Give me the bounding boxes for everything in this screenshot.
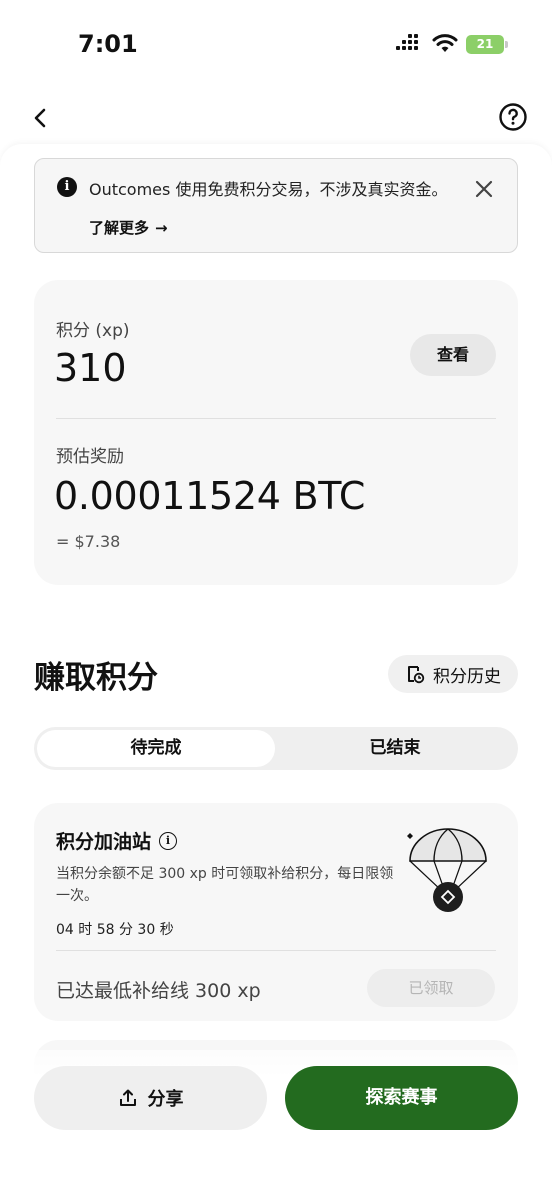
- wifi-icon: [432, 34, 458, 52]
- learn-more-link[interactable]: 了解更多 →: [89, 217, 168, 238]
- points-label: 积分 (xp): [56, 321, 130, 341]
- cellular-signal-icon: [396, 34, 420, 54]
- points-history-button[interactable]: 积分历史: [388, 655, 518, 693]
- back-button[interactable]: [24, 102, 56, 134]
- task-card: 积分加油站 i 当积分余额不足 300 xp 时可领取补给积分，每日限领一次。 …: [34, 803, 518, 1021]
- notice-text: Outcomes 使用免费积分交易，不涉及真实资金。: [89, 180, 448, 199]
- earn-points-title: 赚取积分: [34, 660, 158, 696]
- share-button[interactable]: 分享: [34, 1066, 267, 1130]
- arrow-right-icon: →: [155, 218, 168, 237]
- status-bar: 7:01 21: [0, 0, 552, 90]
- question-circle-icon: [499, 103, 527, 131]
- claimed-button[interactable]: 已领取: [367, 969, 495, 1007]
- view-points-button[interactable]: 查看: [410, 334, 496, 376]
- divider: [56, 418, 496, 419]
- points-value: 310: [54, 346, 127, 390]
- tab-pending[interactable]: 待完成: [37, 730, 275, 767]
- share-icon: [119, 1089, 136, 1106]
- task-threshold-text: 已达最低补给线 300 xp: [56, 980, 261, 1002]
- info-notice-banner: i Outcomes 使用免费积分交易，不涉及真实资金。 了解更多 →: [34, 158, 518, 253]
- status-time: 7:01: [78, 30, 138, 58]
- chevron-left-icon: [34, 108, 46, 128]
- task-status-tabs: 待完成 已结束: [34, 727, 518, 770]
- points-card: 积分 (xp) 310 查看 预估奖励 0.00011524 BTC = $7.…: [34, 280, 518, 585]
- task-countdown: 04 时 58 分 30 秒: [56, 922, 174, 938]
- help-button[interactable]: [496, 100, 530, 134]
- points-history-label: 积分历史: [433, 666, 501, 687]
- history-document-icon: [408, 666, 425, 684]
- learn-more-label: 了解更多: [89, 219, 150, 237]
- task-title: 积分加油站: [56, 831, 152, 853]
- info-icon[interactable]: i: [159, 831, 178, 850]
- task-title-row: 积分加油站 i: [56, 827, 178, 854]
- close-notice-button[interactable]: [472, 177, 496, 201]
- task-description: 当积分余额不足 300 xp 时可领取补给积分，每日限领一次。: [56, 866, 394, 904]
- share-label: 分享: [147, 1089, 184, 1110]
- estimated-reward-label: 预估奖励: [56, 447, 124, 467]
- estimated-reward-value: 0.00011524 BTC: [54, 474, 366, 518]
- nav-bar: [0, 90, 552, 145]
- tab-ended[interactable]: 已结束: [276, 730, 514, 767]
- info-icon: i: [57, 177, 77, 197]
- parachute-airdrop-icon: [407, 828, 487, 912]
- estimated-reward-usd: = $7.38: [56, 532, 121, 551]
- battery-tip: [505, 41, 508, 48]
- close-icon: [475, 180, 493, 198]
- explore-events-button[interactable]: 探索赛事: [285, 1066, 518, 1130]
- battery-icon: 21: [466, 35, 504, 54]
- divider: [56, 950, 496, 951]
